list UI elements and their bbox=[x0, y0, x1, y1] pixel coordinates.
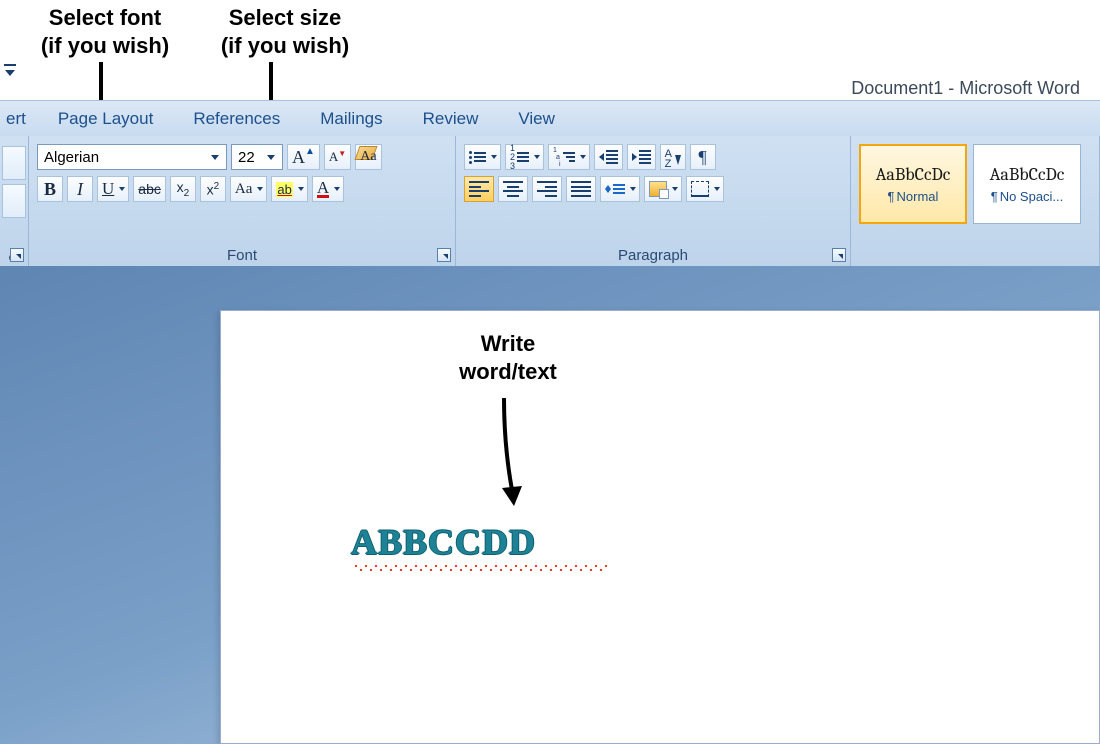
annotation-select-font: Select font (if you wish) bbox=[20, 4, 190, 59]
arrow-to-document-text bbox=[490, 398, 530, 510]
strikethrough-button[interactable]: abc bbox=[133, 176, 166, 202]
font-size-combo[interactable]: 22 bbox=[231, 144, 283, 170]
shading-button[interactable] bbox=[644, 176, 682, 202]
style-sample: AaBbCcDc bbox=[990, 164, 1065, 185]
bold-button[interactable]: B bbox=[37, 176, 63, 202]
line-spacing-icon bbox=[605, 184, 625, 194]
line-spacing-button[interactable] bbox=[600, 176, 640, 202]
paragraph-dialog-launcher[interactable] bbox=[832, 248, 846, 262]
clipboard-button-fragment-2[interactable] bbox=[2, 184, 26, 218]
superscript-icon: x2 bbox=[207, 181, 220, 198]
increase-indent-button[interactable] bbox=[627, 144, 656, 170]
annotation-write-text: Write word/text bbox=[398, 330, 618, 385]
group-paragraph: 123 1ai bbox=[456, 136, 851, 266]
multilevel-icon: 1ai bbox=[553, 147, 575, 168]
style-name: ¶Normal bbox=[888, 189, 939, 204]
sort-icon: AZ bbox=[665, 149, 681, 165]
subscript-button[interactable]: x2 bbox=[170, 176, 196, 202]
align-center-button[interactable] bbox=[498, 176, 528, 202]
tab-review[interactable]: Review bbox=[403, 103, 499, 135]
document-page[interactable]: ABBCCDD bbox=[220, 310, 1100, 744]
pilcrow-icon: ¶ bbox=[699, 147, 707, 168]
grow-font-icon: A▲ bbox=[292, 147, 315, 168]
borders-button[interactable] bbox=[686, 176, 724, 202]
font-name-value: Algerian bbox=[44, 149, 208, 166]
eraser-icon: Aa bbox=[360, 149, 376, 165]
align-left-icon bbox=[469, 181, 489, 197]
italic-icon: I bbox=[77, 179, 83, 200]
group-styles: AaBbCcDc ¶Normal AaBbCcDc ¶No Spaci... bbox=[851, 136, 1100, 266]
italic-button[interactable]: I bbox=[67, 176, 93, 202]
shading-icon bbox=[649, 181, 667, 197]
clear-formatting-button[interactable]: Aa bbox=[355, 144, 381, 170]
font-color-button[interactable]: A bbox=[312, 176, 344, 202]
tab-view[interactable]: View bbox=[498, 103, 575, 135]
align-center-icon bbox=[503, 181, 523, 197]
annotation-select-size: Select size (if you wish) bbox=[200, 4, 370, 59]
tab-insert-fragment[interactable]: ert bbox=[0, 103, 38, 135]
clipboard-button-fragment-1[interactable] bbox=[2, 146, 26, 180]
align-right-icon bbox=[537, 181, 557, 197]
chevron-down-icon bbox=[208, 155, 222, 160]
borders-icon bbox=[691, 181, 709, 197]
numbering-icon: 123 bbox=[510, 144, 529, 171]
change-case-button[interactable]: Aa bbox=[230, 176, 268, 202]
grow-font-button[interactable]: A▲ bbox=[287, 144, 320, 170]
align-justify-icon bbox=[571, 181, 591, 197]
tab-references[interactable]: References bbox=[173, 103, 300, 135]
group-clipboard-fragment: er bbox=[0, 136, 29, 266]
show-hide-button[interactable]: ¶ bbox=[690, 144, 716, 170]
shrink-font-button[interactable]: A▼ bbox=[324, 144, 351, 170]
chevron-down-icon bbox=[264, 155, 278, 160]
style-gallery: AaBbCcDc ¶Normal AaBbCcDc ¶No Spaci... bbox=[859, 144, 1095, 224]
sort-button[interactable]: AZ bbox=[660, 144, 686, 170]
qat-customize-dropdown[interactable] bbox=[4, 64, 16, 80]
bold-icon: B bbox=[44, 179, 56, 200]
change-case-icon: Aa bbox=[235, 181, 253, 198]
subscript-icon: x2 bbox=[177, 179, 190, 199]
spellcheck-squiggle bbox=[353, 565, 609, 571]
font-color-icon: A bbox=[317, 181, 329, 198]
underline-icon: U bbox=[102, 179, 114, 199]
decrease-indent-button[interactable] bbox=[594, 144, 623, 170]
highlight-icon: ab bbox=[276, 182, 292, 197]
paragraph-group-label: Paragraph bbox=[456, 247, 850, 264]
align-left-button[interactable] bbox=[464, 176, 494, 202]
shrink-font-icon: A▼ bbox=[329, 149, 346, 165]
increase-indent-icon bbox=[632, 150, 651, 164]
align-justify-button[interactable] bbox=[566, 176, 596, 202]
decrease-indent-icon bbox=[599, 150, 618, 164]
underline-button[interactable]: U bbox=[97, 176, 129, 202]
window-title: Document1 - Microsoft Word bbox=[851, 78, 1080, 99]
font-name-combo[interactable]: Algerian bbox=[37, 144, 227, 170]
ribbon-tabstrip: ert Page Layout References Mailings Revi… bbox=[0, 100, 1100, 138]
align-right-button[interactable] bbox=[532, 176, 562, 202]
style-name: ¶No Spaci... bbox=[991, 189, 1064, 204]
strikethrough-icon: abc bbox=[138, 181, 161, 197]
numbering-button[interactable]: 123 bbox=[505, 144, 544, 170]
style-normal[interactable]: AaBbCcDc ¶Normal bbox=[859, 144, 967, 224]
document-text[interactable]: ABBCCDD bbox=[351, 521, 536, 563]
font-size-value: 22 bbox=[238, 149, 264, 166]
tab-page-layout[interactable]: Page Layout bbox=[38, 103, 173, 135]
font-group-label: Font bbox=[29, 247, 455, 264]
clipboard-dialog-launcher[interactable] bbox=[10, 248, 24, 262]
highlight-color-button[interactable]: ab bbox=[271, 176, 307, 202]
style-no-spacing[interactable]: AaBbCcDc ¶No Spaci... bbox=[973, 144, 1081, 224]
font-dialog-launcher[interactable] bbox=[437, 248, 451, 262]
bullets-button[interactable] bbox=[464, 144, 501, 170]
tab-mailings[interactable]: Mailings bbox=[300, 103, 402, 135]
style-sample: AaBbCcDc bbox=[876, 164, 951, 185]
bullets-icon bbox=[469, 151, 486, 164]
superscript-button[interactable]: x2 bbox=[200, 176, 226, 202]
multilevel-list-button[interactable]: 1ai bbox=[548, 144, 590, 170]
group-font: Algerian 22 A▲ A▼ Aa B I bbox=[29, 136, 456, 266]
ribbon: er Algerian 22 A▲ A▼ Aa B bbox=[0, 136, 1100, 267]
